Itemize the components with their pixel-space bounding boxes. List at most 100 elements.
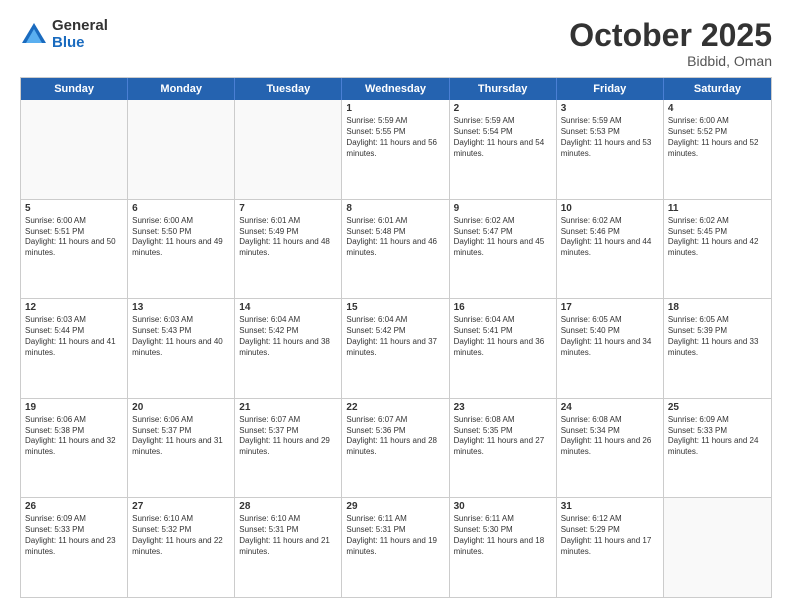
calendar-cell: 8 Sunrise: 6:01 AM Sunset: 5:48 PM Daylig… bbox=[342, 200, 449, 299]
cell-info: Sunrise: 6:10 AM Sunset: 5:32 PM Dayligh… bbox=[132, 514, 230, 557]
day-number: 27 bbox=[132, 501, 230, 512]
day-header-sunday: Sunday bbox=[21, 78, 128, 100]
cell-info: Sunrise: 6:02 AM Sunset: 5:46 PM Dayligh… bbox=[561, 216, 659, 259]
logo: General Blue bbox=[20, 18, 108, 51]
day-number: 30 bbox=[454, 501, 552, 512]
cell-info: Sunrise: 6:08 AM Sunset: 5:35 PM Dayligh… bbox=[454, 415, 552, 458]
cell-info: Sunrise: 6:12 AM Sunset: 5:29 PM Dayligh… bbox=[561, 514, 659, 557]
calendar-cell: 26 Sunrise: 6:09 AM Sunset: 5:33 PM Dayli… bbox=[21, 498, 128, 597]
location-subtitle: Bidbid, Oman bbox=[569, 53, 772, 69]
cell-info: Sunrise: 5:59 AM Sunset: 5:54 PM Dayligh… bbox=[454, 116, 552, 159]
calendar-cell: 10 Sunrise: 6:02 AM Sunset: 5:46 PM Dayli… bbox=[557, 200, 664, 299]
calendar-cell: 9Sunrise: 6:02 AM Sunset: 5:47 PM Daylig… bbox=[450, 200, 557, 299]
cell-info: Sunrise: 6:01 AM Sunset: 5:49 PM Dayligh… bbox=[239, 216, 337, 259]
cell-info: Sunrise: 6:03 AM Sunset: 5:44 PM Dayligh… bbox=[25, 315, 123, 358]
day-number: 24 bbox=[561, 402, 659, 413]
calendar-week-1: 1Sunrise: 5:59 AM Sunset: 5:55 PM Daylig… bbox=[21, 100, 771, 200]
day-number: 17 bbox=[561, 302, 659, 313]
calendar-cell: 27 Sunrise: 6:10 AM Sunset: 5:32 PM Dayli… bbox=[128, 498, 235, 597]
day-number: 14 bbox=[239, 302, 337, 313]
calendar-cell: 25 Sunrise: 6:09 AM Sunset: 5:33 PM Dayli… bbox=[664, 399, 771, 498]
logo-text: General Blue bbox=[52, 18, 108, 51]
calendar-header-row: SundayMondayTuesdayWednesdayThursdayFrid… bbox=[21, 78, 771, 100]
day-header-monday: Monday bbox=[128, 78, 235, 100]
calendar-cell: 7 Sunrise: 6:01 AM Sunset: 5:49 PM Daylig… bbox=[235, 200, 342, 299]
day-number: 22 bbox=[346, 402, 444, 413]
calendar-cell: 5Sunrise: 6:00 AM Sunset: 5:51 PM Daylig… bbox=[21, 200, 128, 299]
calendar-cell: 11 Sunrise: 6:02 AM Sunset: 5:45 PM Dayli… bbox=[664, 200, 771, 299]
day-number: 21 bbox=[239, 402, 337, 413]
calendar-cell bbox=[664, 498, 771, 597]
cell-info: Sunrise: 6:04 AM Sunset: 5:41 PM Dayligh… bbox=[454, 315, 552, 358]
logo-icon bbox=[20, 21, 48, 49]
cell-info: Sunrise: 6:10 AM Sunset: 5:31 PM Dayligh… bbox=[239, 514, 337, 557]
day-number: 3 bbox=[561, 103, 659, 114]
day-number: 25 bbox=[668, 402, 767, 413]
calendar-cell: 14 Sunrise: 6:04 AM Sunset: 5:42 PM Dayli… bbox=[235, 299, 342, 398]
day-number: 7 bbox=[239, 203, 337, 214]
calendar-cell: 31Sunrise: 6:12 AM Sunset: 5:29 PM Dayli… bbox=[557, 498, 664, 597]
cell-info: Sunrise: 5:59 AM Sunset: 5:53 PM Dayligh… bbox=[561, 116, 659, 159]
day-number: 4 bbox=[668, 103, 767, 114]
day-number: 12 bbox=[25, 302, 123, 313]
cell-info: Sunrise: 6:00 AM Sunset: 5:52 PM Dayligh… bbox=[668, 116, 767, 159]
day-number: 16 bbox=[454, 302, 552, 313]
day-number: 19 bbox=[25, 402, 123, 413]
logo-blue: Blue bbox=[52, 35, 108, 52]
calendar-cell: 28 Sunrise: 6:10 AM Sunset: 5:31 PM Dayli… bbox=[235, 498, 342, 597]
calendar-body: 1Sunrise: 5:59 AM Sunset: 5:55 PM Daylig… bbox=[21, 100, 771, 597]
day-number: 28 bbox=[239, 501, 337, 512]
cell-info: Sunrise: 6:03 AM Sunset: 5:43 PM Dayligh… bbox=[132, 315, 230, 358]
calendar-cell: 3 Sunrise: 5:59 AM Sunset: 5:53 PM Daylig… bbox=[557, 100, 664, 199]
calendar-week-4: 19 Sunrise: 6:06 AM Sunset: 5:38 PM Dayli… bbox=[21, 399, 771, 499]
logo-general: General bbox=[52, 18, 108, 35]
day-number: 8 bbox=[346, 203, 444, 214]
cell-info: Sunrise: 6:00 AM Sunset: 5:51 PM Dayligh… bbox=[25, 216, 123, 259]
cell-info: Sunrise: 6:01 AM Sunset: 5:48 PM Dayligh… bbox=[346, 216, 444, 259]
calendar-cell: 23 Sunrise: 6:08 AM Sunset: 5:35 PM Dayli… bbox=[450, 399, 557, 498]
cell-info: Sunrise: 6:04 AM Sunset: 5:42 PM Dayligh… bbox=[346, 315, 444, 358]
calendar-cell: 20Sunrise: 6:06 AM Sunset: 5:37 PM Dayli… bbox=[128, 399, 235, 498]
calendar-cell: 30Sunrise: 6:11 AM Sunset: 5:30 PM Dayli… bbox=[450, 498, 557, 597]
cell-info: Sunrise: 6:06 AM Sunset: 5:37 PM Dayligh… bbox=[132, 415, 230, 458]
calendar-cell: 24Sunrise: 6:08 AM Sunset: 5:34 PM Dayli… bbox=[557, 399, 664, 498]
calendar-cell: 1Sunrise: 5:59 AM Sunset: 5:55 PM Daylig… bbox=[342, 100, 449, 199]
calendar-cell: 12 Sunrise: 6:03 AM Sunset: 5:44 PM Dayli… bbox=[21, 299, 128, 398]
calendar-cell: 16 Sunrise: 6:04 AM Sunset: 5:41 PM Dayli… bbox=[450, 299, 557, 398]
cell-info: Sunrise: 6:04 AM Sunset: 5:42 PM Dayligh… bbox=[239, 315, 337, 358]
day-number: 6 bbox=[132, 203, 230, 214]
cell-info: Sunrise: 6:11 AM Sunset: 5:31 PM Dayligh… bbox=[346, 514, 444, 557]
day-number: 15 bbox=[346, 302, 444, 313]
calendar-cell: 15 Sunrise: 6:04 AM Sunset: 5:42 PM Dayli… bbox=[342, 299, 449, 398]
day-header-thursday: Thursday bbox=[450, 78, 557, 100]
cell-info: Sunrise: 6:05 AM Sunset: 5:39 PM Dayligh… bbox=[668, 315, 767, 358]
cell-info: Sunrise: 5:59 AM Sunset: 5:55 PM Dayligh… bbox=[346, 116, 444, 159]
day-number: 10 bbox=[561, 203, 659, 214]
cell-info: Sunrise: 6:00 AM Sunset: 5:50 PM Dayligh… bbox=[132, 216, 230, 259]
day-number: 26 bbox=[25, 501, 123, 512]
month-title: October 2025 bbox=[569, 18, 772, 53]
day-number: 11 bbox=[668, 203, 767, 214]
day-number: 2 bbox=[454, 103, 552, 114]
calendar-week-3: 12 Sunrise: 6:03 AM Sunset: 5:44 PM Dayli… bbox=[21, 299, 771, 399]
cell-info: Sunrise: 6:05 AM Sunset: 5:40 PM Dayligh… bbox=[561, 315, 659, 358]
calendar-cell: 6 Sunrise: 6:00 AM Sunset: 5:50 PM Daylig… bbox=[128, 200, 235, 299]
title-block: October 2025 Bidbid, Oman bbox=[569, 18, 772, 69]
calendar-week-2: 5Sunrise: 6:00 AM Sunset: 5:51 PM Daylig… bbox=[21, 200, 771, 300]
cell-info: Sunrise: 6:09 AM Sunset: 5:33 PM Dayligh… bbox=[668, 415, 767, 458]
cell-info: Sunrise: 6:06 AM Sunset: 5:38 PM Dayligh… bbox=[25, 415, 123, 458]
day-header-wednesday: Wednesday bbox=[342, 78, 449, 100]
cell-info: Sunrise: 6:09 AM Sunset: 5:33 PM Dayligh… bbox=[25, 514, 123, 557]
day-number: 29 bbox=[346, 501, 444, 512]
day-number: 23 bbox=[454, 402, 552, 413]
page: General Blue October 2025 Bidbid, Oman S… bbox=[0, 0, 792, 612]
header: General Blue October 2025 Bidbid, Oman bbox=[20, 18, 772, 69]
calendar-cell: 19 Sunrise: 6:06 AM Sunset: 5:38 PM Dayli… bbox=[21, 399, 128, 498]
calendar-cell: 29 Sunrise: 6:11 AM Sunset: 5:31 PM Dayli… bbox=[342, 498, 449, 597]
calendar-cell: 4 Sunrise: 6:00 AM Sunset: 5:52 PM Daylig… bbox=[664, 100, 771, 199]
day-number: 13 bbox=[132, 302, 230, 313]
cell-info: Sunrise: 6:02 AM Sunset: 5:45 PM Dayligh… bbox=[668, 216, 767, 259]
calendar-cell: 17 Sunrise: 6:05 AM Sunset: 5:40 PM Dayli… bbox=[557, 299, 664, 398]
cell-info: Sunrise: 6:07 AM Sunset: 5:36 PM Dayligh… bbox=[346, 415, 444, 458]
calendar-cell: 13 Sunrise: 6:03 AM Sunset: 5:43 PM Dayli… bbox=[128, 299, 235, 398]
